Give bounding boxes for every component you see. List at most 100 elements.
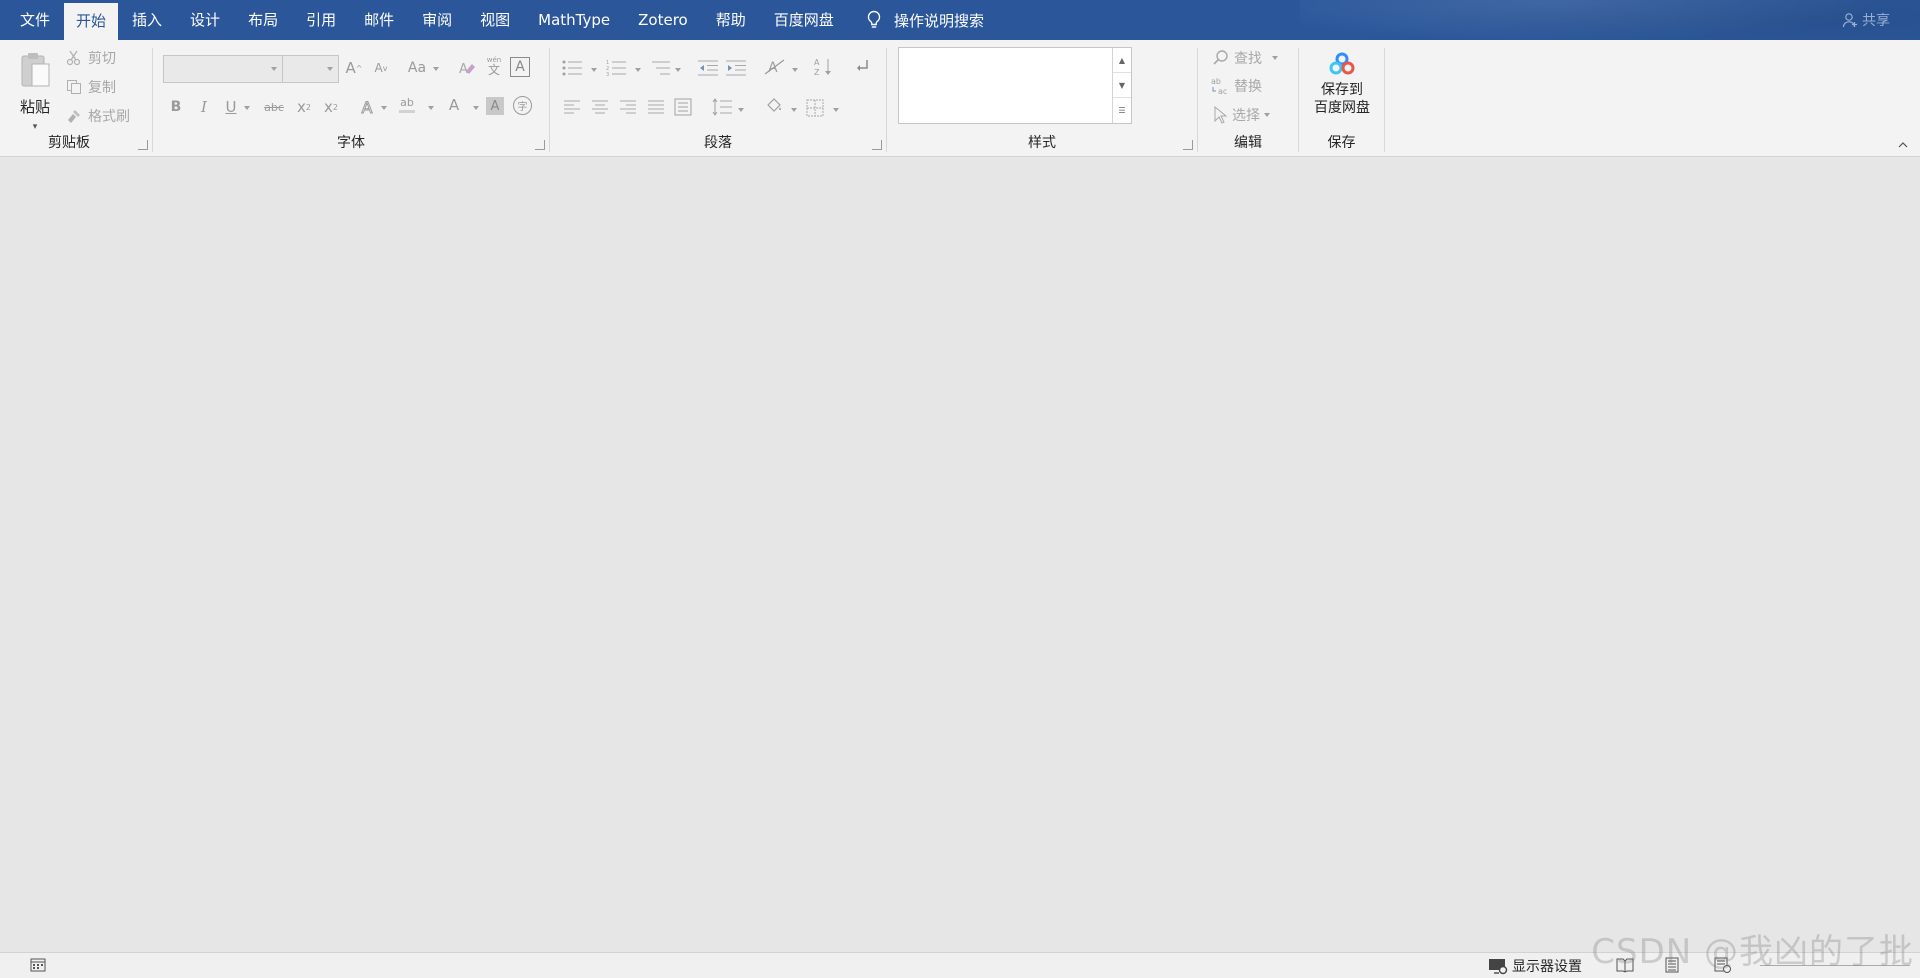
multilevel-list-icon[interactable] [650, 60, 672, 76]
chevron-down-icon[interactable] [428, 106, 434, 110]
tab-mathtype[interactable]: MathType [524, 0, 624, 40]
chevron-down-icon[interactable] [1272, 56, 1278, 60]
gallery-scroll-up-icon[interactable]: ▲ [1113, 48, 1131, 73]
tab-home[interactable]: 开始 [64, 3, 119, 40]
tab-design[interactable]: 设计 [176, 0, 234, 40]
phonetic-guide-button[interactable]: wén 文 [483, 55, 505, 77]
underline-button[interactable]: U [220, 96, 242, 118]
paste-button[interactable]: 粘贴 ▾ [12, 50, 58, 133]
character-shading-button[interactable]: A [486, 97, 504, 115]
chevron-down-icon[interactable] [792, 68, 798, 72]
chevron-down-icon[interactable] [833, 108, 839, 112]
italic-icon: I [201, 98, 207, 116]
sort-icon[interactable]: AZ [814, 57, 834, 77]
svg-text:3: 3 [606, 72, 609, 76]
tab-mailings[interactable]: 邮件 [350, 0, 408, 40]
group-paragraph: 1 2 3 A AZ [550, 46, 886, 154]
document-area[interactable] [0, 157, 1920, 952]
shading-bucket-icon[interactable] [764, 97, 784, 117]
replace-button[interactable]: ab ac 替换 [1210, 76, 1262, 96]
copy-button[interactable]: 复制 [66, 77, 116, 97]
paragraph-dialog-launcher-icon[interactable] [872, 140, 882, 150]
numbering-icon[interactable]: 1 2 3 [606, 60, 628, 76]
increase-indent-icon[interactable] [726, 60, 746, 76]
styles-dialog-launcher-icon[interactable] [1183, 140, 1193, 150]
character-border-button[interactable]: A [510, 57, 530, 77]
collapse-ribbon-icon[interactable] [1898, 140, 1908, 150]
ribbon: 粘贴 ▾ 剪切 复制 格式刷 剪贴板 A ^ A v Aa A wén 文 A … [0, 40, 1920, 157]
decrease-indent-icon[interactable] [698, 60, 718, 76]
tab-review[interactable]: 审阅 [408, 0, 466, 40]
text-effects-button[interactable]: A [356, 96, 378, 118]
tell-me-search[interactable]: 操作说明搜索 [866, 0, 984, 40]
highlighter-icon: ab [400, 96, 414, 109]
align-center-icon[interactable] [592, 100, 608, 114]
highlight-button[interactable]: ab [396, 94, 418, 116]
grow-font-button[interactable]: A ^ [343, 57, 365, 79]
chevron-down-icon[interactable] [381, 106, 387, 110]
chevron-down-icon[interactable] [244, 106, 250, 110]
tab-help[interactable]: 帮助 [702, 0, 760, 40]
line-spacing-icon[interactable] [712, 98, 732, 116]
cut-button[interactable]: 剪切 [66, 48, 116, 68]
tab-file[interactable]: 文件 [0, 0, 64, 40]
enclose-characters-button[interactable]: 字 [513, 96, 532, 115]
chevron-down-icon[interactable] [433, 67, 439, 71]
clear-formatting-button[interactable]: A [456, 57, 478, 79]
replace-icon: ab ac [1211, 77, 1227, 96]
macro-record-icon[interactable] [30, 957, 46, 973]
subscript-button[interactable]: x2 [293, 96, 315, 118]
tab-zotero[interactable]: Zotero [624, 0, 702, 40]
chevron-down-icon[interactable] [635, 68, 641, 72]
tab-insert[interactable]: 插入 [118, 0, 176, 40]
highlight-color-bar [399, 110, 415, 113]
superscript-button[interactable]: x2 [320, 96, 342, 118]
chevron-down-icon[interactable] [473, 106, 479, 110]
font-dialog-launcher-icon[interactable] [535, 140, 545, 150]
chevron-down-icon[interactable]: ▾ [33, 122, 38, 132]
show-formatting-marks-icon[interactable] [853, 58, 871, 76]
clipboard-dialog-launcher-icon[interactable] [138, 140, 148, 150]
find-button[interactable]: 查找 [1212, 48, 1278, 68]
chevron-down-icon[interactable] [591, 68, 597, 72]
font-name-combo[interactable] [163, 55, 283, 83]
distributed-align-icon[interactable] [674, 98, 692, 116]
save-to-baidu-line2: 百度网盘 [1314, 100, 1370, 116]
character-shading-icon: A [490, 98, 500, 114]
display-settings-button[interactable]: 显示器设置 [1488, 956, 1582, 976]
chevron-down-icon[interactable] [791, 108, 797, 112]
font-color-button[interactable]: A [443, 94, 465, 116]
align-right-icon[interactable] [620, 100, 636, 114]
strikethrough-button[interactable]: abc [261, 96, 287, 118]
save-to-baidu-button[interactable]: 保存到 百度网盘 [1307, 52, 1377, 117]
gallery-more-icon[interactable]: ☰ [1113, 98, 1131, 122]
group-save: 保存到 百度网盘 保存 [1299, 46, 1384, 154]
format-painter-button[interactable]: 格式刷 [66, 106, 130, 126]
borders-icon[interactable] [806, 99, 824, 117]
chevron-down-icon[interactable] [738, 108, 744, 112]
tab-layout[interactable]: 布局 [234, 0, 292, 40]
justify-icon[interactable] [648, 100, 664, 114]
align-left-icon[interactable] [564, 100, 580, 114]
text-direction-icon[interactable]: A [764, 58, 786, 76]
group-clipboard: 粘贴 ▾ 剪切 复制 格式刷 剪贴板 [0, 46, 152, 154]
tab-references[interactable]: 引用 [292, 0, 350, 40]
bullets-icon[interactable] [562, 60, 584, 76]
font-size-combo[interactable] [282, 55, 339, 83]
bold-button[interactable]: B [165, 96, 187, 118]
shrink-font-button[interactable]: Av [370, 57, 392, 79]
person-icon [1842, 13, 1857, 28]
gallery-scroll-down-icon[interactable]: ▼ [1113, 73, 1131, 98]
magnifier-icon [1213, 50, 1228, 65]
font-group-label: 字体 [337, 135, 365, 151]
select-button[interactable]: 选择 [1212, 105, 1270, 125]
chevron-down-icon[interactable] [1264, 113, 1270, 117]
chevron-down-icon[interactable] [675, 68, 681, 72]
change-case-button[interactable]: Aa [403, 57, 431, 79]
tab-view[interactable]: 视图 [466, 0, 524, 40]
tab-baidu-netdisk[interactable]: 百度网盘 [760, 0, 848, 40]
styles-gallery[interactable]: ▲ ▼ ☰ [898, 47, 1132, 124]
share-button[interactable]: 共享 [1842, 0, 1890, 40]
group-styles: ▲ ▼ ☰ 样式 [887, 46, 1197, 154]
italic-button[interactable]: I [193, 96, 215, 118]
